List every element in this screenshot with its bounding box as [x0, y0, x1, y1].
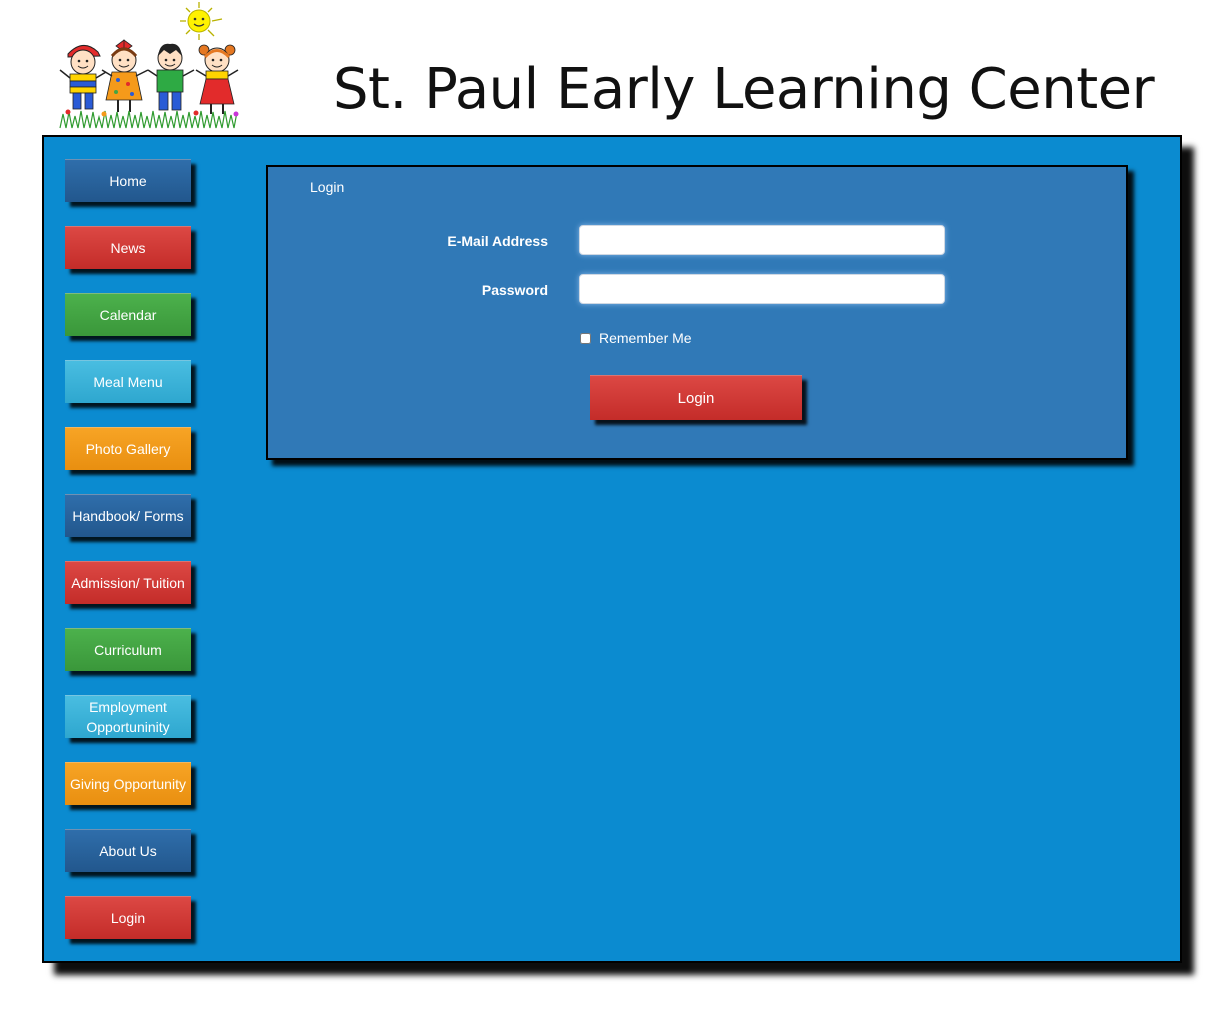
main-panel: Home News Calendar Meal Menu Photo Galle…	[42, 135, 1182, 963]
login-heading: Login	[310, 179, 345, 195]
nav-admission-tuition-button[interactable]: Admission/ Tuition	[65, 561, 191, 604]
nav-handbook-forms-button[interactable]: Handbook/ Forms	[65, 494, 191, 537]
nav-curriculum-button[interactable]: Curriculum	[65, 628, 191, 671]
nav-home-button[interactable]: Home	[65, 159, 191, 202]
remember-me-row: Remember Me	[579, 330, 692, 346]
nav-news-button[interactable]: News	[65, 226, 191, 269]
email-label: E-Mail Address	[447, 233, 548, 249]
nav-employment-label-line2: Opportuninity	[86, 719, 170, 735]
nav-about-us-button[interactable]: About Us	[65, 829, 191, 872]
site-title: St. Paul Early Learning Center	[333, 57, 1155, 122]
nav-photo-gallery-button[interactable]: Photo Gallery	[65, 427, 191, 470]
nav-giving-opportunity-button[interactable]: Giving Opportunity	[65, 762, 191, 805]
login-form-box: Login E-Mail Address Password Remember M…	[266, 165, 1128, 460]
remember-me-label[interactable]: Remember Me	[599, 330, 692, 346]
password-label: Password	[481, 282, 548, 298]
kids-logo	[56, 0, 241, 130]
email-input[interactable]	[579, 225, 945, 255]
nav-login-button[interactable]: Login	[65, 896, 191, 939]
nav-employment-button[interactable]: Employment Opportuninity	[65, 695, 191, 738]
nav-meal-menu-button[interactable]: Meal Menu	[65, 360, 191, 403]
password-input[interactable]	[579, 274, 945, 304]
nav-employment-label-line1: Employment	[89, 699, 167, 715]
login-submit-button[interactable]: Login	[590, 375, 802, 420]
sun-icon	[180, 2, 223, 40]
nav-calendar-button[interactable]: Calendar	[65, 293, 191, 336]
remember-me-checkbox[interactable]	[580, 332, 591, 344]
